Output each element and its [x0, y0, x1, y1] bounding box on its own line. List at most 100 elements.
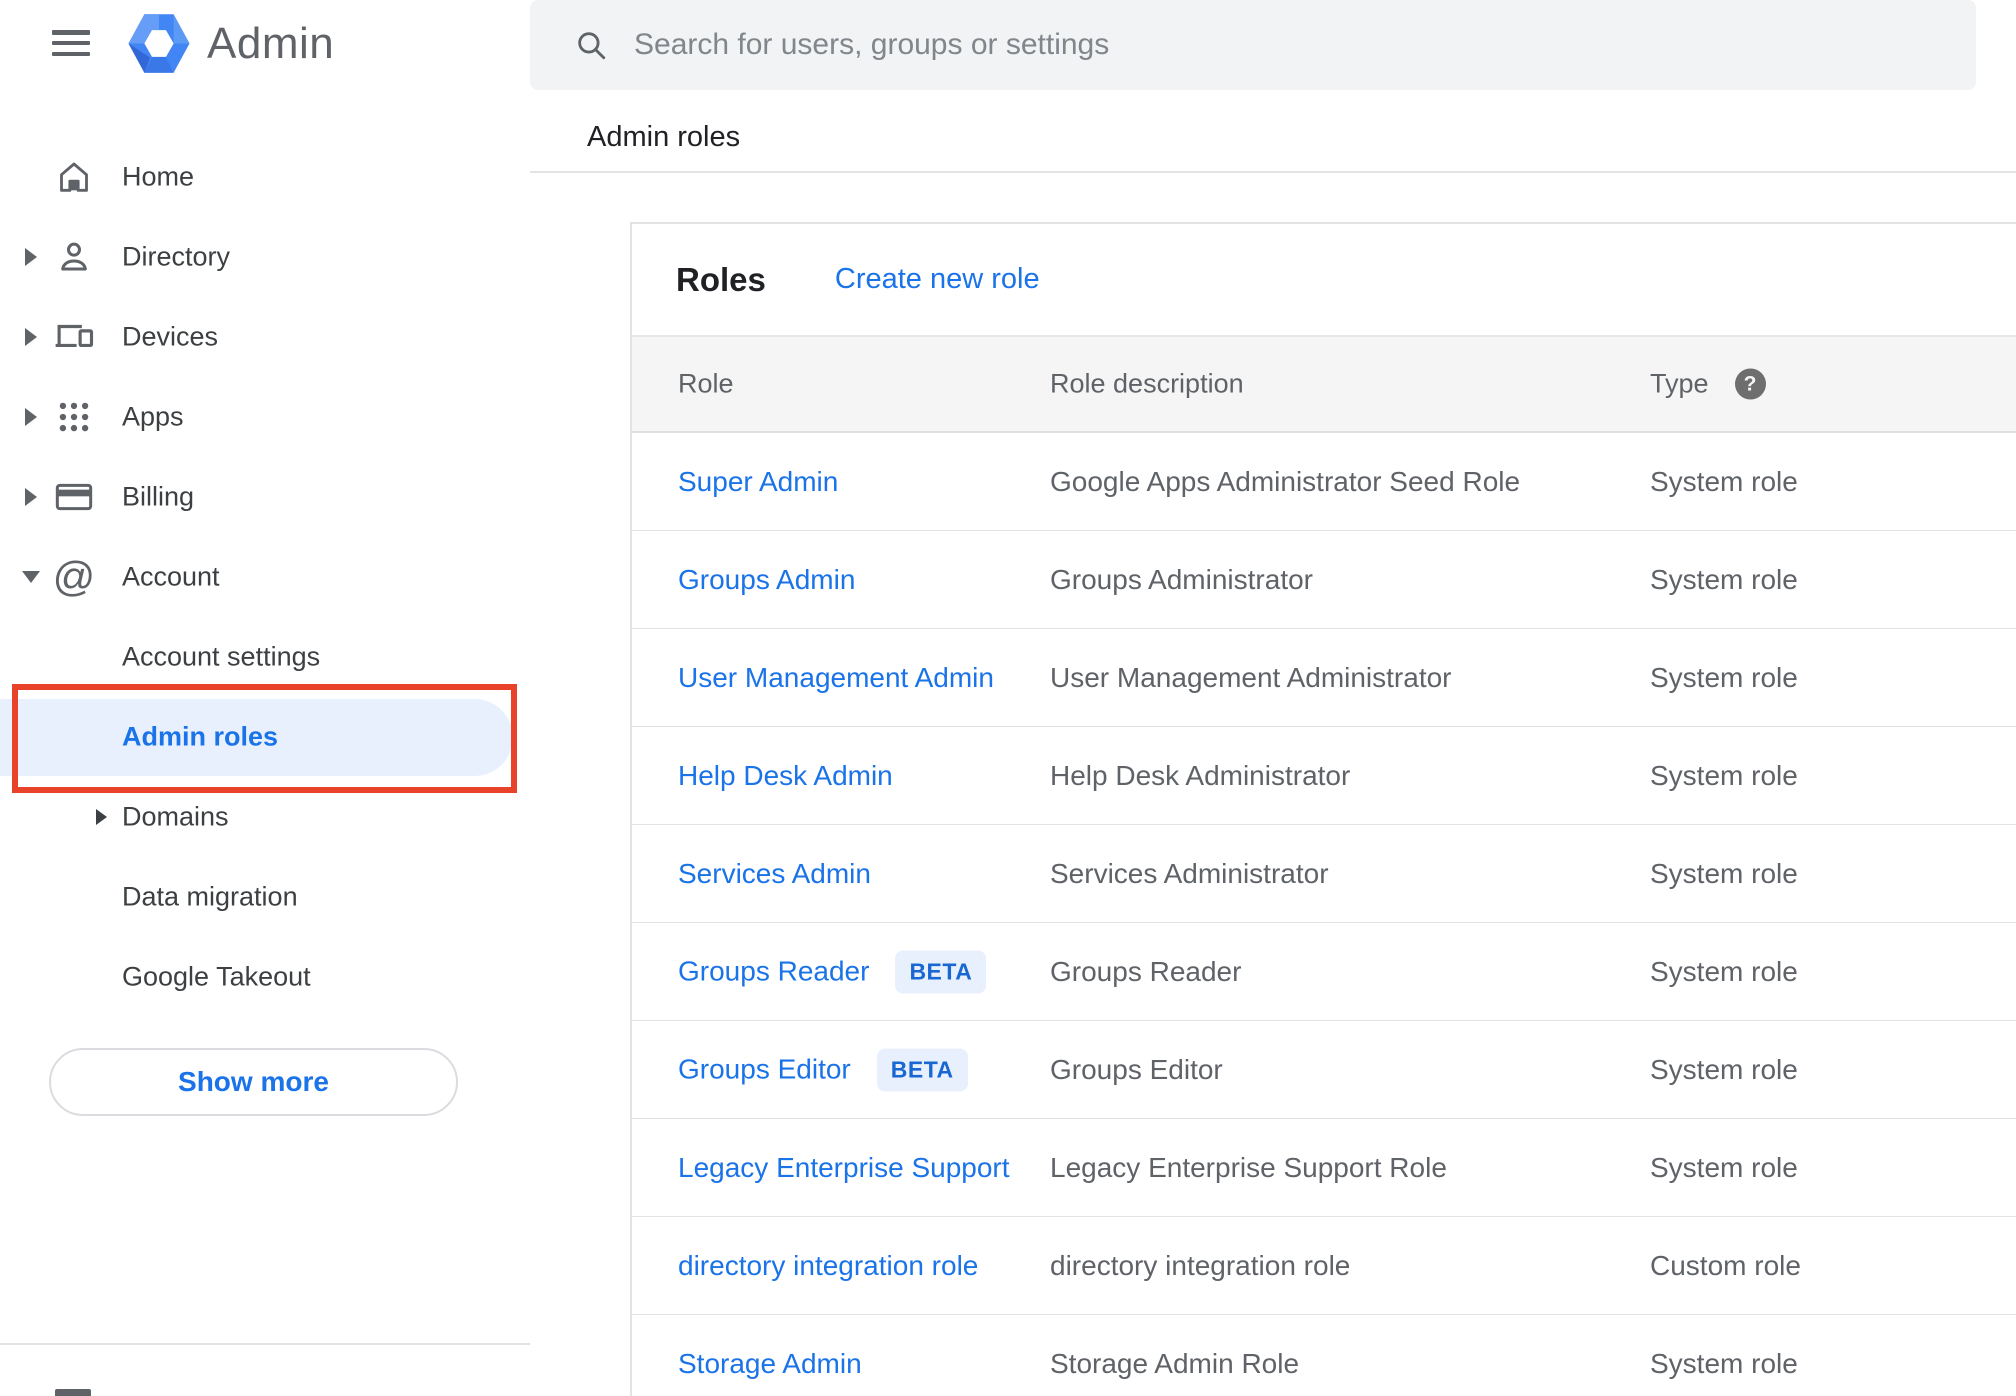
role-link[interactable]: Super Admin: [678, 466, 838, 498]
role-type-cell: System role: [1650, 1151, 1798, 1183]
table-row: Groups Admin Groups Administrator System r…: [632, 531, 2016, 629]
roles-card-header: Roles Create new role: [632, 224, 2016, 335]
person-icon: [52, 235, 96, 279]
create-new-role-link[interactable]: Create new role: [835, 263, 1040, 296]
role-type-cell: System role: [1650, 759, 1798, 791]
role-description-cell: Storage Admin Role: [1050, 1347, 1300, 1379]
role-type-cell: Custom role: [1650, 1249, 1801, 1281]
role-link[interactable]: Services Admin: [678, 858, 871, 890]
column-header-role: Role: [678, 368, 734, 399]
role-link[interactable]: Groups Reader: [678, 956, 869, 988]
sidebar-item-devices[interactable]: Devices: [0, 297, 530, 377]
header-divider: [530, 171, 2016, 173]
sidebar-item-label: Billing: [122, 481, 195, 512]
role-description-cell: Groups Administrator: [1050, 563, 1313, 595]
table-row: Groups Reader BETA Groups Reader System rol…: [632, 923, 2016, 1021]
table-row: Services Admin Services Administrator Syst…: [632, 825, 2016, 923]
google-admin-console: Admin Admin roles Home: [0, 0, 2016, 1396]
role-link[interactable]: Help Desk Admin: [678, 760, 893, 792]
role-cell: Groups Editor BETA: [678, 1048, 968, 1091]
sidebar-item-data-migration[interactable]: Data migration: [0, 857, 530, 937]
sidebar-item-label: Devices: [122, 321, 219, 352]
role-cell: User Management Admin: [678, 662, 994, 694]
sidebar-item-billing[interactable]: Billing: [0, 457, 530, 537]
role-link[interactable]: Groups Admin: [678, 564, 855, 596]
role-link[interactable]: Legacy Enterprise Support: [678, 1152, 1010, 1184]
devices-icon: [52, 315, 96, 359]
role-link[interactable]: User Management Admin: [678, 662, 994, 694]
admin-logo: Admin: [127, 13, 334, 74]
expand-arrow-icon[interactable]: [25, 328, 37, 346]
help-icon[interactable]: ?: [1734, 368, 1766, 400]
role-description-cell: directory integration role: [1050, 1249, 1351, 1281]
sidebar-item-domains[interactable]: Domains: [0, 777, 530, 857]
menu-icon[interactable]: [52, 30, 90, 56]
sidebar-item-label: Data migration: [122, 881, 298, 912]
sidebar-item-label: Admin roles: [122, 721, 279, 752]
role-cell: Storage Admin: [678, 1348, 862, 1380]
role-description-cell: Legacy Enterprise Support Role: [1050, 1151, 1447, 1183]
role-cell: Legacy Enterprise Support: [678, 1152, 1010, 1184]
role-description-cell: Groups Reader: [1050, 955, 1242, 987]
beta-badge: BETA: [876, 1048, 968, 1091]
sidebar-item-label: Apps: [122, 401, 184, 432]
table-row: Super Admin Google Apps Administrator See…: [632, 433, 2016, 531]
table-row: Help Desk Admin Help Desk Administrator Sy…: [632, 727, 2016, 825]
sidebar-item-account-settings[interactable]: Account settings: [0, 617, 530, 697]
home-icon: [52, 155, 96, 199]
table-row: directory integration role directory inte…: [632, 1217, 2016, 1315]
expand-arrow-icon[interactable]: [25, 408, 37, 426]
clipped-icon-fragment: [55, 1389, 91, 1396]
column-header-type: Type ?: [1650, 368, 1766, 400]
sidebar-item-google-takeout[interactable]: Google Takeout: [0, 937, 530, 1017]
role-cell: Help Desk Admin: [678, 760, 893, 792]
logo-text: Admin: [207, 18, 335, 68]
sidebar-item-label: Google Takeout: [122, 961, 311, 992]
role-description-cell: Help Desk Administrator: [1050, 759, 1351, 791]
sidebar-item-apps[interactable]: Apps: [0, 377, 530, 457]
role-type-cell: System role: [1650, 661, 1798, 693]
role-cell: Super Admin: [678, 466, 838, 498]
expand-arrow-icon[interactable]: [25, 488, 37, 506]
sidebar-item-admin-roles[interactable]: Admin roles: [0, 697, 530, 777]
search-input[interactable]: [634, 28, 1946, 62]
role-type-cell: System role: [1650, 1347, 1798, 1379]
show-more-button[interactable]: Show more: [49, 1048, 458, 1116]
table-row: Legacy Enterprise Support Legacy Enterpri…: [632, 1119, 2016, 1217]
search-icon: [574, 28, 608, 62]
credit-card-icon: [52, 475, 96, 519]
table-row: Storage Admin Storage Admin Role System ro…: [632, 1315, 2016, 1396]
table-row: Groups Editor BETA Groups Editor System rol…: [632, 1021, 2016, 1119]
expand-arrow-icon[interactable]: [96, 809, 107, 825]
at-sign-icon: @: [52, 553, 96, 600]
role-cell: directory integration role: [678, 1250, 978, 1282]
sidebar-bottom-divider: [0, 1343, 530, 1345]
sidebar-item-label: Home: [122, 161, 195, 192]
role-description-cell: Groups Editor: [1050, 1053, 1223, 1085]
role-type-cell: System role: [1650, 563, 1798, 595]
beta-badge: BETA: [895, 950, 987, 993]
sidebar-item-home[interactable]: Home: [0, 137, 530, 217]
expand-arrow-icon[interactable]: [25, 248, 37, 266]
role-description-cell: Services Administrator: [1050, 857, 1329, 889]
role-link[interactable]: directory integration role: [678, 1250, 978, 1282]
breadcrumb: Admin roles: [587, 121, 741, 153]
sidebar-item-directory[interactable]: Directory: [0, 217, 530, 297]
roles-table-body: Super Admin Google Apps Administrator See…: [632, 433, 2016, 1396]
collapse-arrow-icon[interactable]: [22, 571, 40, 583]
role-cell: Services Admin: [678, 858, 871, 890]
search-bar[interactable]: [530, 0, 1976, 90]
sidebar-item-account[interactable]: @ Account: [0, 537, 530, 617]
admin-logo-icon: [128, 14, 190, 73]
sidebar-item-label: Domains: [122, 801, 229, 832]
role-type-cell: System role: [1650, 857, 1798, 889]
table-row: User Management Admin User Management Adm…: [632, 629, 2016, 727]
role-type-cell: System role: [1650, 1053, 1798, 1085]
role-cell: Groups Admin: [678, 564, 855, 596]
role-link[interactable]: Storage Admin: [678, 1348, 862, 1380]
table-header-row: Role Role description Type ?: [632, 335, 2016, 433]
role-link[interactable]: Groups Editor: [678, 1054, 851, 1086]
sidebar-item-label: Account settings: [122, 641, 321, 672]
role-description-cell: Google Apps Administrator Seed Role: [1050, 465, 1521, 497]
apps-grid-icon: [52, 395, 96, 439]
